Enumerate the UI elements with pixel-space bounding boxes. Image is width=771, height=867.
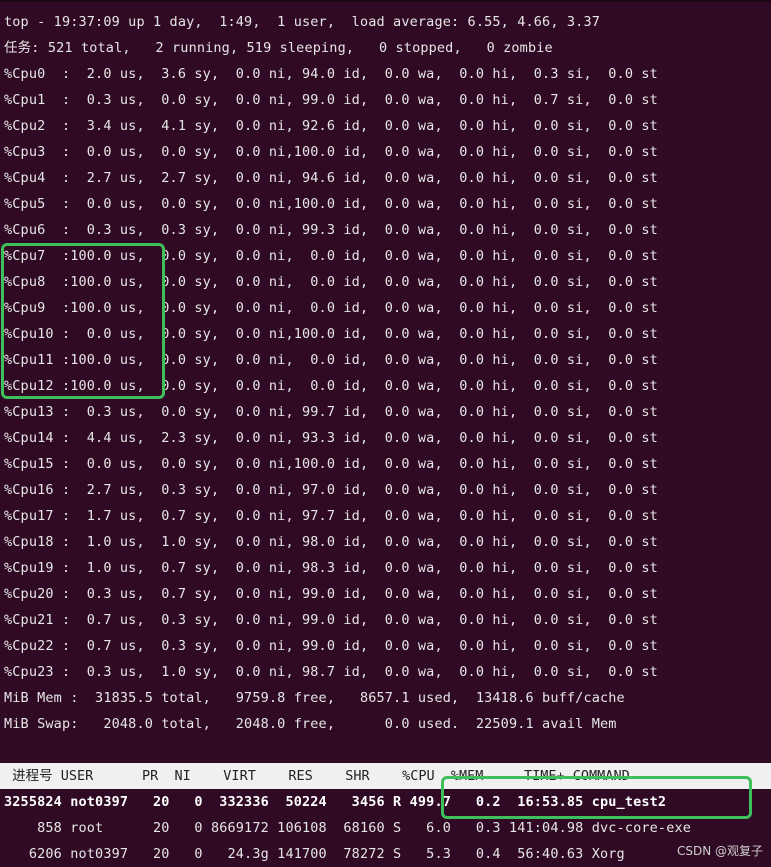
cpu-line-23: %Cpu23 : 0.3 us, 1.0 sy, 0.0 ni, 98.7 id…: [4, 664, 658, 680]
cpu-line-7: %Cpu7 :100.0 us, 0.0 sy, 0.0 ni, 0.0 id,…: [4, 248, 658, 264]
cpu-line-4: %Cpu4 : 2.7 us, 2.7 sy, 0.0 ni, 94.6 id,…: [4, 170, 658, 186]
cpu-line-0: %Cpu0 : 2.0 us, 3.6 sy, 0.0 ni, 94.0 id,…: [4, 66, 658, 82]
cpu-line-9: %Cpu9 :100.0 us, 0.0 sy, 0.0 ni, 0.0 id,…: [4, 300, 658, 316]
cpu-line-8: %Cpu8 :100.0 us, 0.0 sy, 0.0 ni, 0.0 id,…: [4, 274, 658, 290]
cpu-line-6: %Cpu6 : 0.3 us, 0.3 sy, 0.0 ni, 99.3 id,…: [4, 222, 658, 238]
summary-line-1: 任务: 521 total, 2 running, 519 sleeping, …: [4, 40, 553, 56]
process-row-0: 3255824 not0397 20 0 332336 50224 3456 R…: [4, 794, 667, 810]
process-table-header: 进程号 USER PR NI VIRT RES SHR %CPU %MEM TI…: [0, 763, 771, 789]
cpu-line-18: %Cpu18 : 1.0 us, 1.0 sy, 0.0 ni, 98.0 id…: [4, 534, 658, 550]
window-top-edge: [0, 0, 771, 2]
cpu-line-10: %Cpu10 : 0.0 us, 0.0 sy, 0.0 ni,100.0 id…: [4, 326, 658, 342]
terminal-window[interactable]: top - 19:37:09 up 1 day, 1:49, 1 user, l…: [0, 0, 771, 862]
cpu-line-2: %Cpu2 : 3.4 us, 4.1 sy, 0.0 ni, 92.6 id,…: [4, 118, 658, 134]
cpu-line-15: %Cpu15 : 0.0 us, 0.0 sy, 0.0 ni,100.0 id…: [4, 456, 658, 472]
cpu-line-17: %Cpu17 : 1.7 us, 0.7 sy, 0.0 ni, 97.7 id…: [4, 508, 658, 524]
process-row-1: 858 root 20 0 8669172 106108 68160 S 6.0…: [4, 820, 692, 836]
memory-line-0: MiB Mem : 31835.5 total, 9759.8 free, 86…: [4, 690, 625, 706]
cpu-line-13: %Cpu13 : 0.3 us, 0.0 sy, 0.0 ni, 99.7 id…: [4, 404, 658, 420]
cpu-line-3: %Cpu3 : 0.0 us, 0.0 sy, 0.0 ni,100.0 id,…: [4, 144, 658, 160]
cpu-line-21: %Cpu21 : 0.7 us, 0.3 sy, 0.0 ni, 99.0 id…: [4, 612, 658, 628]
cpu-line-22: %Cpu22 : 0.7 us, 0.3 sy, 0.0 ni, 99.0 id…: [4, 638, 658, 654]
process-row-2: 6206 not0397 20 0 24.3g 141700 78272 S 5…: [4, 846, 625, 862]
summary-line-0: top - 19:37:09 up 1 day, 1:49, 1 user, l…: [4, 14, 600, 30]
cpu-line-20: %Cpu20 : 0.3 us, 0.7 sy, 0.0 ni, 99.0 id…: [4, 586, 658, 602]
cpu-line-19: %Cpu19 : 1.0 us, 0.7 sy, 0.0 ni, 98.3 id…: [4, 560, 658, 576]
cpu-line-1: %Cpu1 : 0.3 us, 0.0 sy, 0.0 ni, 99.0 id,…: [4, 92, 658, 108]
watermark: CSDN @观复子: [676, 844, 763, 858]
cpu-line-11: %Cpu11 :100.0 us, 0.0 sy, 0.0 ni, 0.0 id…: [4, 352, 658, 368]
cpu-line-14: %Cpu14 : 4.4 us, 2.3 sy, 0.0 ni, 93.3 id…: [4, 430, 658, 446]
cpu-line-12: %Cpu12 :100.0 us, 0.0 sy, 0.0 ni, 0.0 id…: [4, 378, 658, 394]
cpu-line-16: %Cpu16 : 2.7 us, 0.3 sy, 0.0 ni, 97.0 id…: [4, 482, 658, 498]
cpu-line-5: %Cpu5 : 0.0 us, 0.0 sy, 0.0 ni,100.0 id,…: [4, 196, 658, 212]
memory-line-1: MiB Swap: 2048.0 total, 2048.0 free, 0.0…: [4, 716, 617, 732]
